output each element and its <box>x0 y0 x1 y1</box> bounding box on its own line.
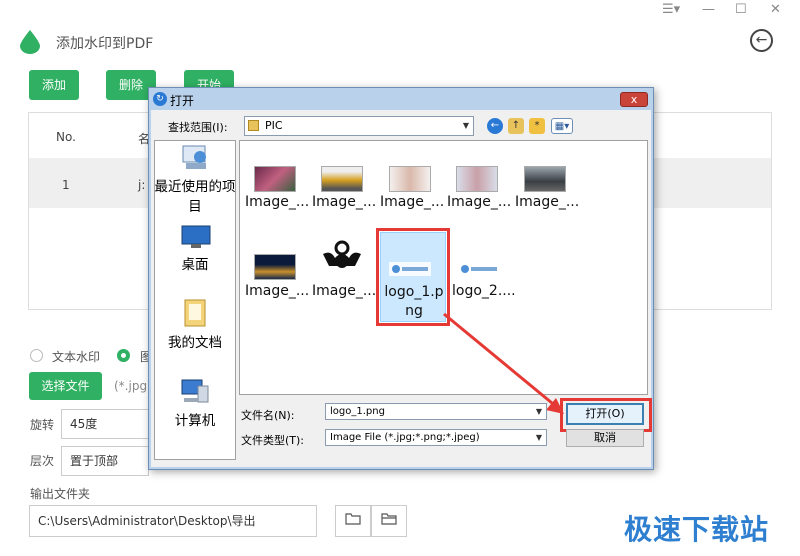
image-thumbnail <box>254 166 296 192</box>
file-item[interactable]: Image_... <box>515 194 579 210</box>
output-path-field[interactable]: C:\Users\Administrator\Desktop\导出 <box>29 505 317 537</box>
image-thumbnail <box>389 166 431 192</box>
folder-open-icon[interactable] <box>371 505 407 537</box>
filetype-value: Image File (*.jpg;*.png;*.jpeg) <box>330 432 480 443</box>
chevron-down-icon: ▼ <box>535 407 542 416</box>
image-thumbnail <box>254 254 296 280</box>
app-drop-icon <box>20 30 40 54</box>
look-in-value: PIC <box>265 119 283 132</box>
logo-thumbnail <box>458 262 500 276</box>
back-arrow-icon[interactable]: ← <box>487 118 503 134</box>
place-documents[interactable]: 我的文档 <box>154 331 236 351</box>
text-watermark-label: 文本水印 <box>52 350 101 364</box>
place-computer[interactable]: 计算机 <box>154 409 236 429</box>
file-item[interactable]: Image_... <box>380 194 444 210</box>
image-thumbnail <box>323 240 361 268</box>
back-button[interactable]: ← <box>750 29 773 52</box>
minimize-button[interactable]: — <box>702 2 715 17</box>
choose-file-button[interactable]: 选择文件 <box>29 372 102 400</box>
row-name: j: <box>138 178 146 192</box>
file-item[interactable]: Image_... <box>312 194 376 210</box>
file-item[interactable]: Image_... <box>245 194 309 210</box>
file-item[interactable]: logo_2.... <box>452 283 516 299</box>
image-thumbnail <box>524 166 566 192</box>
rotate-select[interactable]: 45度 <box>61 409 149 439</box>
layer-label: 层次 <box>30 454 55 468</box>
computer-icon <box>181 379 209 403</box>
up-folder-icon[interactable]: ↑ <box>508 118 524 134</box>
desktop-icon <box>181 225 211 248</box>
column-header-no: No. <box>56 130 76 144</box>
image-watermark-radio[interactable] <box>117 349 130 362</box>
folder-browse-icon[interactable] <box>335 505 371 537</box>
place-desktop[interactable]: 桌面 <box>154 253 236 273</box>
filename-input[interactable]: logo_1.png ▼ <box>325 403 547 420</box>
layer-select[interactable]: 置于顶部 <box>61 446 149 476</box>
image-thumbnail <box>321 166 363 192</box>
look-in-label: 查找范围(I): <box>168 121 228 134</box>
filename-label: 文件名(N): <box>241 409 295 422</box>
chevron-down-icon: ▼ <box>462 121 469 130</box>
view-menu-icon[interactable]: ▦▾ <box>551 118 573 134</box>
file-item[interactable]: Image_... <box>447 194 511 210</box>
new-folder-icon[interactable]: * <box>529 118 545 134</box>
dialog-title: 打开 <box>170 94 195 108</box>
rotate-label: 旋转 <box>30 418 55 432</box>
recent-items-icon <box>182 145 206 169</box>
text-watermark-radio[interactable] <box>30 349 43 362</box>
file-hint: (*.jpg <box>114 379 148 393</box>
file-item[interactable]: Image_... <box>312 283 376 299</box>
app-title: 添加水印到PDF <box>56 36 154 52</box>
add-button[interactable]: 添加 <box>29 70 79 100</box>
look-in-select[interactable]: PIC ▼ <box>244 116 474 136</box>
chevron-down-icon: ▼ <box>535 433 542 442</box>
open-button-outline <box>560 398 652 432</box>
image-thumbnail <box>456 166 498 192</box>
filename-value: logo_1.png <box>330 406 385 417</box>
dialog-app-icon: ↻ <box>153 92 167 106</box>
filetype-select[interactable]: Image File (*.jpg;*.png;*.jpeg) ▼ <box>325 429 547 446</box>
dialog-close-button[interactable]: x <box>620 92 648 107</box>
site-watermark: 极速下载站 <box>624 513 770 546</box>
cancel-button[interactable]: 取消 <box>566 429 644 447</box>
menu-icon[interactable]: ☰▾ <box>662 2 680 17</box>
output-folder-label: 输出文件夹 <box>30 487 91 501</box>
row-number: 1 <box>62 178 70 192</box>
logo-thumbnail <box>389 262 431 276</box>
folder-icon <box>248 120 259 131</box>
filetype-label: 文件类型(T): <box>241 434 305 447</box>
file-item[interactable]: Image_... <box>245 283 309 299</box>
place-recent[interactable]: 最近使用的项目 <box>154 175 236 215</box>
file-item-selected[interactable]: logo_1.png <box>383 283 445 321</box>
maximize-button[interactable]: ☐ <box>735 2 747 17</box>
documents-icon <box>184 299 206 327</box>
close-button[interactable]: ✕ <box>770 2 781 17</box>
